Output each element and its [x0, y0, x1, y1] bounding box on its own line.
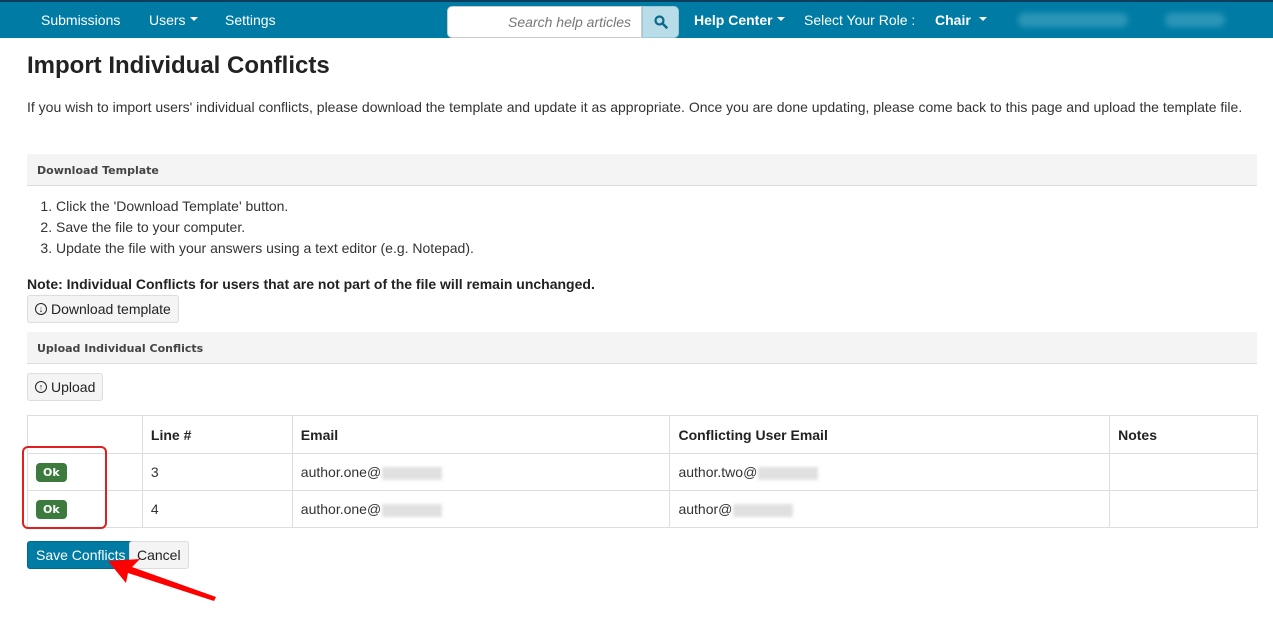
email-cell: author.one@ — [291, 453, 671, 491]
table-row: Ok 4 author.one@ author@ — [27, 490, 1258, 528]
redacted-domain — [382, 466, 443, 480]
redacted-domain — [733, 503, 794, 517]
role-label: Select Your Role : — [804, 12, 916, 28]
email-text: author.one@ — [300, 501, 382, 517]
table-row: Ok 3 author.one@ author.two@ — [27, 453, 1258, 491]
caret-down-icon — [189, 17, 198, 22]
conflicting-email-cell: author@ — [669, 490, 1111, 528]
column-header-notes: Notes — [1109, 415, 1258, 454]
note-text: Note: Individual Conflicts for users tha… — [27, 276, 595, 292]
download-template-label: Download template — [51, 301, 171, 317]
redacted-domain — [382, 503, 443, 517]
notes-cell — [1109, 453, 1258, 491]
save-conflicts-button[interactable]: Save Conflicts — [27, 541, 135, 569]
upload-circle-icon: ↑ — [35, 381, 47, 393]
intro-text: If you wish to import users' individual … — [27, 99, 1243, 115]
cancel-label: Cancel — [137, 547, 181, 563]
conflicts-table: Line # Email Conflicting User Email Note… — [27, 415, 1258, 528]
column-header-conflicting-email: Conflicting User Email — [669, 415, 1111, 454]
status-badge: Ok — [36, 462, 67, 482]
nav-users[interactable]: Users — [149, 12, 198, 28]
search-button[interactable] — [642, 6, 679, 38]
step-item: Save the file to your computer. — [56, 217, 474, 238]
step-item: Update the file with your answers using … — [56, 238, 474, 259]
step-item: Click the 'Download Template' button. — [56, 196, 474, 217]
line-cell: 3 — [141, 453, 293, 491]
conflicting-email-cell: author.two@ — [669, 453, 1111, 491]
email-cell: author.one@ — [291, 490, 671, 528]
upload-button[interactable]: ↑ Upload — [27, 373, 104, 401]
help-search — [447, 6, 679, 38]
role-value: Chair — [935, 12, 971, 28]
help-center-label: Help Center — [694, 12, 773, 28]
status-badge: Ok — [36, 499, 67, 519]
download-template-button[interactable]: ↓ Download template — [27, 295, 179, 323]
download-template-heading: Download Template — [27, 154, 1257, 186]
download-steps: Click the 'Download Template' button. Sa… — [27, 196, 474, 259]
column-header-email: Email — [291, 415, 671, 454]
redacted-user-menu[interactable] — [1018, 13, 1128, 27]
email-text: author.one@ — [300, 464, 382, 480]
line-cell: 4 — [141, 490, 293, 528]
conflicting-email-text: author@ — [678, 501, 733, 517]
redacted-account-menu[interactable] — [1165, 13, 1225, 27]
nav-users-label: Users — [149, 12, 186, 28]
upload-label: Upload — [51, 379, 96, 395]
status-cell: Ok — [27, 453, 143, 491]
top-navbar: Submissions Users Settings Help Center S… — [0, 0, 1273, 38]
nav-settings[interactable]: Settings — [225, 12, 276, 28]
cancel-button[interactable]: Cancel — [129, 541, 189, 569]
column-header-line: Line # — [141, 415, 293, 454]
column-header-status — [27, 415, 143, 454]
search-icon — [653, 15, 668, 29]
page-title: Import Individual Conflicts — [27, 52, 330, 79]
upload-conflicts-heading: Upload Individual Conflicts — [27, 332, 1257, 364]
caret-down-icon — [978, 17, 987, 22]
download-circle-icon: ↓ — [35, 303, 47, 315]
status-cell: Ok — [27, 490, 143, 528]
role-select[interactable]: Chair — [935, 12, 987, 28]
help-center-menu[interactable]: Help Center — [694, 12, 785, 28]
table-header-row: Line # Email Conflicting User Email Note… — [27, 415, 1258, 454]
caret-down-icon — [776, 17, 785, 22]
nav-submissions[interactable]: Submissions — [41, 12, 120, 28]
conflicting-email-text: author.two@ — [678, 464, 758, 480]
notes-cell — [1109, 490, 1258, 528]
redacted-domain — [758, 466, 819, 480]
help-search-input[interactable] — [447, 6, 642, 38]
